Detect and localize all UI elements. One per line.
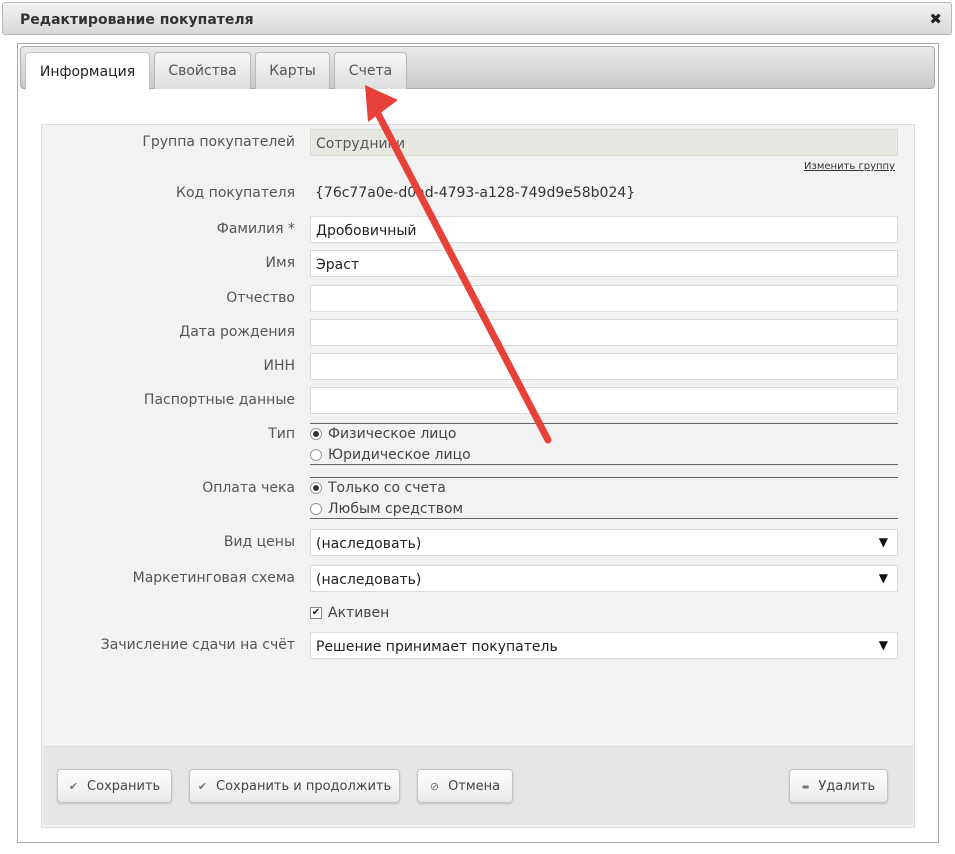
change-group-link[interactable]: Изменить группу bbox=[804, 161, 895, 172]
save-button[interactable]: ✔ Сохранить bbox=[57, 769, 172, 803]
group-field: Сотрудники bbox=[310, 129, 898, 156]
cancel-icon: ⊘ bbox=[429, 779, 440, 793]
label-birthdate: Дата рождения bbox=[179, 324, 295, 340]
payment-radio-group: Только со счета Любым средством bbox=[310, 477, 898, 519]
marketing-select[interactable]: (наследовать) ▼ bbox=[310, 565, 898, 592]
tab-accounts[interactable]: Счета bbox=[334, 52, 407, 89]
delete-button[interactable]: ▬ Удалить bbox=[789, 769, 888, 803]
radio-unselected-icon bbox=[310, 503, 322, 515]
passport-input[interactable] bbox=[310, 387, 898, 414]
active-label: Активен bbox=[328, 605, 390, 621]
dropdown-arrow-icon: ▼ bbox=[878, 638, 888, 652]
inn-input[interactable] bbox=[310, 353, 898, 380]
label-patronymic: Отчество bbox=[226, 290, 295, 306]
radio-individual[interactable]: Физическое лицо bbox=[310, 426, 457, 442]
label-change-credit: Зачисление сдачи на счёт bbox=[100, 637, 295, 653]
label-name: Имя bbox=[265, 255, 295, 271]
label-code: Код покупателя bbox=[176, 185, 295, 201]
radio-any-method[interactable]: Любым средством bbox=[310, 501, 463, 517]
radio-selected-icon bbox=[310, 428, 322, 440]
tab-information[interactable]: Информация bbox=[25, 52, 150, 90]
patronymic-input[interactable] bbox=[310, 285, 898, 312]
label-inn: ИНН bbox=[263, 358, 295, 374]
radio-unselected-icon bbox=[310, 449, 322, 461]
check-icon: ✔ bbox=[197, 779, 207, 793]
customer-code-value: {76c77a0e-d0ad-4793-a128-749d9e58b024} bbox=[315, 185, 636, 201]
label-type: Тип bbox=[268, 426, 295, 442]
tab-properties[interactable]: Свойства bbox=[154, 52, 251, 89]
radio-legal-entity[interactable]: Юридическое лицо bbox=[310, 447, 471, 463]
dropdown-arrow-icon: ▼ bbox=[878, 535, 888, 549]
dropdown-arrow-icon: ▼ bbox=[878, 571, 888, 585]
active-checkbox[interactable]: ✔ Активен bbox=[310, 605, 389, 621]
label-marketing: Маркетинговая схема bbox=[132, 570, 295, 586]
tab-cards[interactable]: Карты bbox=[255, 52, 330, 89]
change-credit-value: Решение принимает покупатель bbox=[316, 639, 558, 655]
birthdate-input[interactable] bbox=[310, 319, 898, 346]
price-type-value: (наследовать) bbox=[316, 536, 422, 552]
radio-account-only[interactable]: Только со счета bbox=[310, 480, 446, 496]
window-title: Редактирование покупателя bbox=[20, 12, 254, 28]
name-input[interactable]: Эраст bbox=[310, 250, 898, 277]
label-surname: Фамилия * bbox=[216, 221, 295, 237]
radio-selected-icon bbox=[310, 482, 322, 494]
label-payment: Оплата чека bbox=[202, 480, 295, 496]
cancel-button[interactable]: ⊘ Отмена bbox=[417, 769, 513, 803]
label-passport: Паспортные данные bbox=[143, 392, 295, 408]
minus-icon: ▬ bbox=[801, 781, 810, 791]
type-radio-group: Физическое лицо Юридическое лицо bbox=[310, 423, 898, 465]
change-credit-select[interactable]: Решение принимает покупатель ▼ bbox=[310, 632, 898, 659]
surname-input[interactable]: Дробовичный bbox=[310, 216, 898, 243]
label-group: Группа покупателей bbox=[142, 134, 295, 150]
window-titlebar: Редактирование покупателя ✖ bbox=[2, 2, 952, 35]
close-icon[interactable]: ✖ bbox=[929, 10, 942, 28]
price-type-select[interactable]: (наследовать) ▼ bbox=[310, 529, 898, 556]
label-price-type: Вид цены bbox=[223, 534, 295, 550]
check-icon: ✔ bbox=[68, 779, 79, 793]
save-continue-button[interactable]: ✔ Сохранить и продолжить bbox=[189, 769, 400, 803]
checkmark-icon: ✔ bbox=[310, 607, 322, 619]
marketing-value: (наследовать) bbox=[316, 572, 422, 588]
